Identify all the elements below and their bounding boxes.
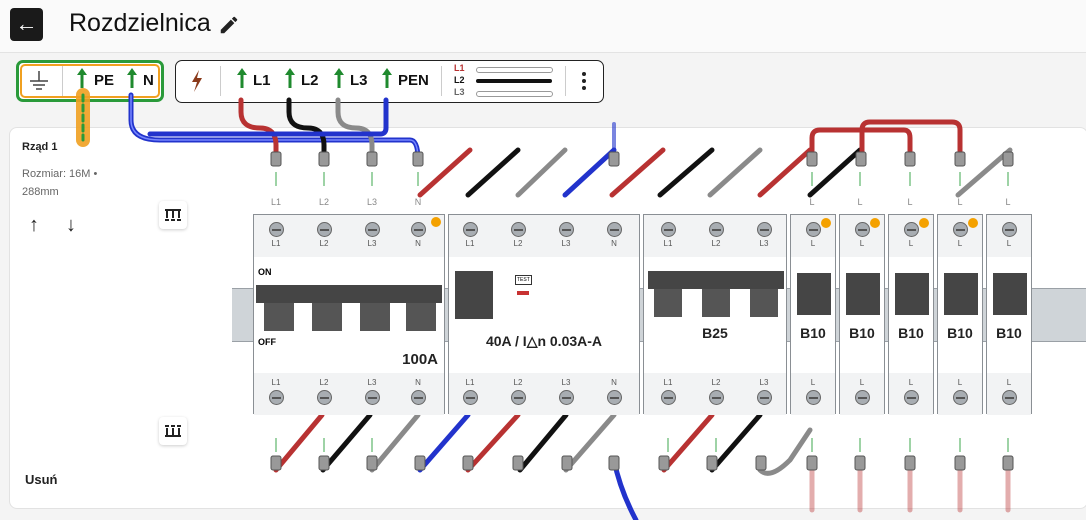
terminal-screw[interactable] [661, 222, 676, 237]
pole-label: L [1005, 197, 1011, 207]
terminal-screw[interactable] [661, 390, 676, 405]
rating-label: B10 [898, 325, 924, 341]
rcd-lever[interactable] [455, 271, 493, 319]
terminal-label: L2 [513, 239, 523, 248]
terminal-label: L1 [663, 239, 673, 248]
on-label: ON [258, 267, 272, 277]
pole-label: L3 [366, 197, 377, 207]
terminal-screw[interactable] [953, 390, 968, 405]
terminal-screw[interactable] [953, 222, 968, 237]
terminal-screw[interactable] [806, 390, 821, 405]
pole-label: L1 [270, 197, 281, 207]
terminal-label: L1 [663, 378, 673, 387]
test-button[interactable]: TEST [515, 275, 532, 285]
terminal-screw[interactable] [511, 222, 526, 237]
terminal-screw[interactable] [269, 222, 284, 237]
switch-lever[interactable] [993, 273, 1027, 315]
status-dot [431, 217, 441, 227]
terminal-screw[interactable] [463, 222, 478, 237]
switch-lever[interactable] [797, 273, 831, 315]
terminal-label: L2 [513, 378, 523, 387]
terminal-label: N [611, 378, 617, 387]
terminal-label: L3 [561, 239, 571, 248]
pole-label: N [414, 197, 422, 207]
switch-lever[interactable] [895, 273, 929, 315]
terminal-screw[interactable] [1002, 390, 1017, 405]
terminal-screw[interactable] [365, 222, 380, 237]
terminal-screw[interactable] [463, 390, 478, 405]
terminal-label: L1 [271, 239, 281, 248]
terminal-label: L [859, 239, 865, 248]
terminal-label: L3 [759, 239, 769, 248]
status-dot [821, 218, 831, 228]
rating-label: 100A [402, 351, 438, 368]
rcd-indicator [517, 291, 529, 295]
terminal-screw[interactable] [317, 222, 332, 237]
terminal-screw[interactable] [904, 222, 919, 237]
terminal-screw[interactable] [269, 390, 284, 405]
terminal-screw[interactable] [317, 390, 332, 405]
status-dot [919, 218, 929, 228]
terminal-screw[interactable] [411, 390, 426, 405]
pole-label: L [907, 197, 913, 207]
status-dot [968, 218, 978, 228]
terminal-label: L3 [759, 378, 769, 387]
terminal-label: L [957, 239, 963, 248]
status-dot [870, 218, 880, 228]
rating-label: 40A / I△n 0.03A-A [485, 333, 603, 349]
terminal-label: L [1006, 239, 1012, 248]
terminal-label: L [859, 378, 865, 387]
pole-label: L [857, 197, 863, 207]
terminal-screw[interactable] [855, 222, 870, 237]
switch-lever[interactable] [648, 271, 784, 289]
terminal-label: N [611, 239, 617, 248]
terminal-screw[interactable] [855, 390, 870, 405]
terminal-label: L2 [711, 239, 721, 248]
rating-label: B10 [996, 325, 1022, 341]
terminal-screw[interactable] [757, 390, 772, 405]
pole-label: L2 [318, 197, 329, 207]
terminal-label: L [810, 239, 816, 248]
rating-label: B10 [800, 325, 826, 341]
terminal-label: N [415, 239, 421, 248]
terminal-label: L1 [271, 378, 281, 387]
terminal-label: L [908, 378, 914, 387]
terminal-label: L [810, 378, 816, 387]
terminal-screw[interactable] [1002, 222, 1017, 237]
terminal-label: L2 [319, 239, 329, 248]
pole-label: L [957, 197, 963, 207]
terminal-screw[interactable] [511, 390, 526, 405]
terminal-screw[interactable] [607, 390, 622, 405]
terminal-screw[interactable] [806, 222, 821, 237]
terminal-label: L1 [465, 239, 475, 248]
terminal-screw[interactable] [411, 222, 426, 237]
terminal-label: L1 [465, 378, 475, 387]
rating-label: B10 [849, 325, 875, 341]
terminal-screw[interactable] [607, 222, 622, 237]
terminal-screw[interactable] [559, 222, 574, 237]
rating-label: B25 [702, 325, 728, 341]
terminal-label: N [415, 378, 421, 387]
terminal-screw[interactable] [709, 222, 724, 237]
switch-lever[interactable] [846, 273, 880, 315]
rating-label: B10 [947, 325, 973, 341]
switch-lever[interactable] [944, 273, 978, 315]
terminal-label: L2 [319, 378, 329, 387]
terminal-label: L [957, 378, 963, 387]
terminal-screw[interactable] [757, 222, 772, 237]
switch-lever[interactable] [256, 285, 442, 303]
terminal-label: L2 [711, 378, 721, 387]
off-label: OFF [258, 337, 276, 347]
terminal-screw[interactable] [709, 390, 724, 405]
terminal-screw[interactable] [559, 390, 574, 405]
terminal-label: L3 [367, 378, 377, 387]
terminal-screw[interactable] [904, 390, 919, 405]
terminal-label: L [1006, 378, 1012, 387]
pole-label: L [809, 197, 815, 207]
terminal-label: L3 [561, 378, 571, 387]
terminal-screw[interactable] [365, 390, 380, 405]
terminal-label: L3 [367, 239, 377, 248]
terminal-label: L [908, 239, 914, 248]
